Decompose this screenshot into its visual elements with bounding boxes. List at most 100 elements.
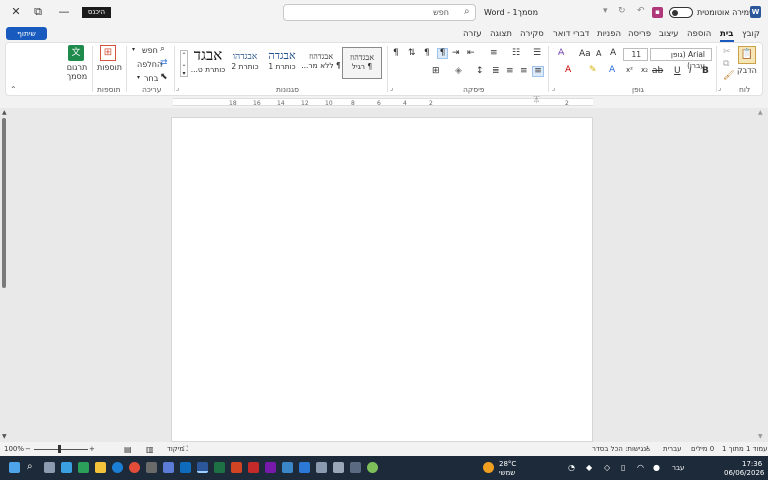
tab-references[interactable]: הפניות [597,29,621,39]
rtl-direction-icon[interactable]: ¶ [437,48,448,59]
search-box[interactable]: ⌕ חפש [283,4,476,21]
select-dropdown-icon[interactable]: ▾ [137,75,140,81]
chrome-icon[interactable] [129,462,140,473]
zoom-in-icon[interactable]: + [89,445,95,453]
tray-icon[interactable]: ◇ [604,463,610,472]
replace-button[interactable]: החלפה [137,60,162,69]
word-count[interactable]: 0 מילים [691,445,714,453]
weather-temp[interactable]: 28°C [499,460,516,468]
app-icon[interactable] [350,462,361,473]
undo-icon[interactable]: ↶ [637,6,645,16]
numbering-icon[interactable]: ☷ [512,49,520,58]
app-icon[interactable] [367,462,378,473]
underline-icon[interactable]: U [674,67,681,76]
read-mode-icon[interactable]: ▥ [146,445,154,454]
sign-in-button[interactable]: היכנס [82,7,111,18]
app-icon[interactable] [316,462,327,473]
weather-desc[interactable]: שמשי [499,469,515,477]
borders-icon[interactable]: ⊞ [432,67,440,76]
accessibility-status[interactable]: נגישות: הכל בסדר [592,445,646,453]
subscript-icon[interactable]: x₂ [641,67,648,74]
widgets-icon[interactable] [61,462,72,473]
powerpoint-icon[interactable] [231,462,242,473]
app-icon[interactable] [282,462,293,473]
tray-icon[interactable]: ◆ [586,463,592,472]
style-no-spacing[interactable]: אבגדהוז ¶ ללא מר... [301,47,341,79]
style-heading-1[interactable]: אבגדה כותרת 1 [264,47,300,79]
center-icon[interactable]: ≡ [520,67,528,76]
customize-qat-icon[interactable]: ▾ [603,6,608,16]
tab-file[interactable]: קובץ [742,29,760,39]
change-case-icon[interactable]: Aa [579,50,591,59]
app-icon[interactable] [163,462,174,473]
italic-icon[interactable]: I [689,67,692,76]
cut-icon[interactable]: ✂ [723,48,731,57]
close-button[interactable]: ✕ [6,5,26,18]
maximize-button[interactable]: ⧉ [28,5,48,19]
select-button[interactable]: בחר [144,74,158,83]
increase-indent-icon[interactable]: ⇥ [452,49,460,58]
battery-icon[interactable]: ▯ [621,463,625,472]
acrobat-icon[interactable] [248,462,259,473]
scroll-up-icon[interactable]: ▲ [2,110,7,116]
select-icon[interactable]: ⬉ [160,73,168,82]
wifi-icon[interactable]: ◠ [637,463,644,472]
addins-icon[interactable]: ⊞ [100,45,116,61]
paragraph-launcher-icon[interactable]: ⌟ [390,85,393,92]
autosave-toggle[interactable] [669,7,693,18]
tab-layout[interactable]: פריסה [628,29,651,39]
sort-icon[interactable]: ⇅ [408,49,416,58]
print-layout-icon[interactable]: ▤ [124,445,132,454]
find-icon[interactable]: ⌕ [160,45,165,54]
app-icon[interactable] [146,462,157,473]
zoom-slider[interactable] [34,449,88,450]
copy-icon[interactable]: ⧉ [723,60,729,69]
highlight-icon[interactable]: ✎ [589,66,597,75]
justify-icon[interactable]: ≣ [492,67,500,76]
page-count[interactable]: עמוד 1 מתוך 1 [722,445,768,453]
bullets-icon[interactable]: ☰ [533,49,541,58]
document-page[interactable] [171,117,593,442]
word-taskbar-icon[interactable] [197,462,208,473]
clock-date[interactable]: 06/06/2026 [724,469,764,477]
text-effects-icon[interactable]: A [609,66,615,75]
zoom-level[interactable]: 100% [4,445,24,453]
format-painter-icon[interactable]: 🖌 [723,72,734,81]
tab-mailings[interactable]: דברי דואר [553,29,589,39]
tab-design[interactable]: עיצוב [659,29,679,39]
app-icon[interactable] [333,462,344,473]
tray-icon[interactable]: ● [653,463,660,472]
share-button[interactable]: שיתוף [6,27,47,40]
search-taskbar-icon[interactable]: ⌕ [27,461,33,472]
input-language[interactable]: עבר [672,464,684,472]
collapse-ribbon-icon[interactable]: ⌃ [10,86,17,94]
clear-formatting-icon[interactable]: A̶ [558,49,564,58]
styles-gallery-scroll[interactable]: ⌃ ⌄ ▾ [180,50,188,77]
styles-launcher-icon[interactable]: ⌟ [176,85,179,92]
zoom-out-icon[interactable]: − [25,445,31,453]
font-color-icon[interactable]: A [565,66,571,75]
find-button[interactable]: חפש [142,46,158,55]
start-icon[interactable] [9,462,20,473]
onenote-icon[interactable] [265,462,276,473]
outlook-icon[interactable] [180,462,191,473]
task-view-icon[interactable] [44,462,55,473]
bold-icon[interactable]: B [702,67,709,76]
vertical-scrollbar[interactable] [2,118,6,288]
align-right-icon[interactable]: ≡ [532,66,544,77]
zoom-slider-thumb[interactable] [58,445,61,453]
right-scroll-up-icon[interactable]: ▲ [758,110,763,116]
clock-time[interactable]: 17:36 [742,460,762,468]
excel-icon[interactable] [214,462,225,473]
minimize-button[interactable]: — [54,5,74,18]
shading-icon[interactable]: ◈ [455,67,462,76]
font-size-box[interactable]: 11 [623,48,648,61]
decrease-indent-icon[interactable]: ⇤ [467,49,475,58]
style-normal[interactable]: אבגדהוז ¶ רגיל [342,47,382,79]
edge-icon[interactable] [112,462,123,473]
font-name-box[interactable]: Arial (גופן עברי) [650,48,712,70]
tab-home[interactable]: בית [720,29,734,42]
translate-icon[interactable]: 文 [68,45,84,61]
indent-marker[interactable]: ⏄ [533,97,540,104]
addins-button[interactable]: תוספות [97,63,122,72]
